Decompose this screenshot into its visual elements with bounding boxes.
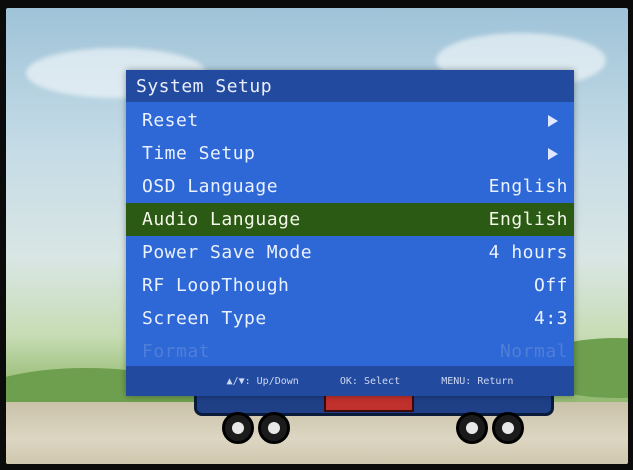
menu-item-label: Reset [142, 110, 199, 131]
submenu-arrow-icon [548, 114, 558, 127]
hint-updown: ▲/▼: Up/Down [226, 375, 299, 387]
submenu-arrow-icon [548, 147, 558, 160]
menu-item-label: RF LoopThough [142, 275, 290, 296]
menu-item-value: English [488, 209, 568, 230]
menu-item-time-setup[interactable]: Time Setup [126, 137, 574, 170]
menu-item-value: Normal [499, 341, 568, 362]
menu-title: System Setup [126, 70, 574, 102]
menu-item-reset[interactable]: Reset [126, 104, 574, 137]
menu-items: Reset Time Setup OSD Language English Au… [126, 102, 574, 368]
menu-item-label: Format [142, 341, 211, 362]
wheel-icon [222, 412, 254, 444]
wheel-icon [492, 412, 524, 444]
menu-item-label: Time Setup [142, 143, 256, 164]
menu-item-screen-type[interactable]: Screen Type 4:3 [126, 302, 574, 335]
menu-item-rf-loopthrough[interactable]: RF LoopThough Off [126, 269, 574, 302]
menu-item-label: OSD Language [142, 176, 279, 197]
menu-item-label: Audio Language [142, 209, 301, 230]
hint-select: OK: Select [339, 375, 401, 387]
wheel-icon [258, 412, 290, 444]
osd-menu: System Setup Reset Time Setup OSD Langua… [126, 70, 574, 396]
menu-item-format: Format Normal [126, 335, 574, 368]
menu-item-value: Off [533, 275, 568, 296]
menu-item-label: Power Save Mode [142, 242, 313, 263]
menu-item-value: 4 hours [488, 242, 568, 263]
hint-return: MENU: Return [441, 375, 514, 387]
menu-item-power-save-mode[interactable]: Power Save Mode 4 hours [126, 236, 574, 269]
menu-footer-hints: ▲/▼: Up/Down OK: Select MENU: Return [126, 366, 574, 396]
wheel-icon [456, 412, 488, 444]
menu-item-value: English [488, 176, 568, 197]
menu-item-value: 4:3 [533, 308, 568, 329]
menu-item-label: Screen Type [142, 308, 267, 329]
menu-item-audio-language[interactable]: Audio Language English [126, 203, 574, 236]
menu-item-osd-language[interactable]: OSD Language English [126, 170, 574, 203]
